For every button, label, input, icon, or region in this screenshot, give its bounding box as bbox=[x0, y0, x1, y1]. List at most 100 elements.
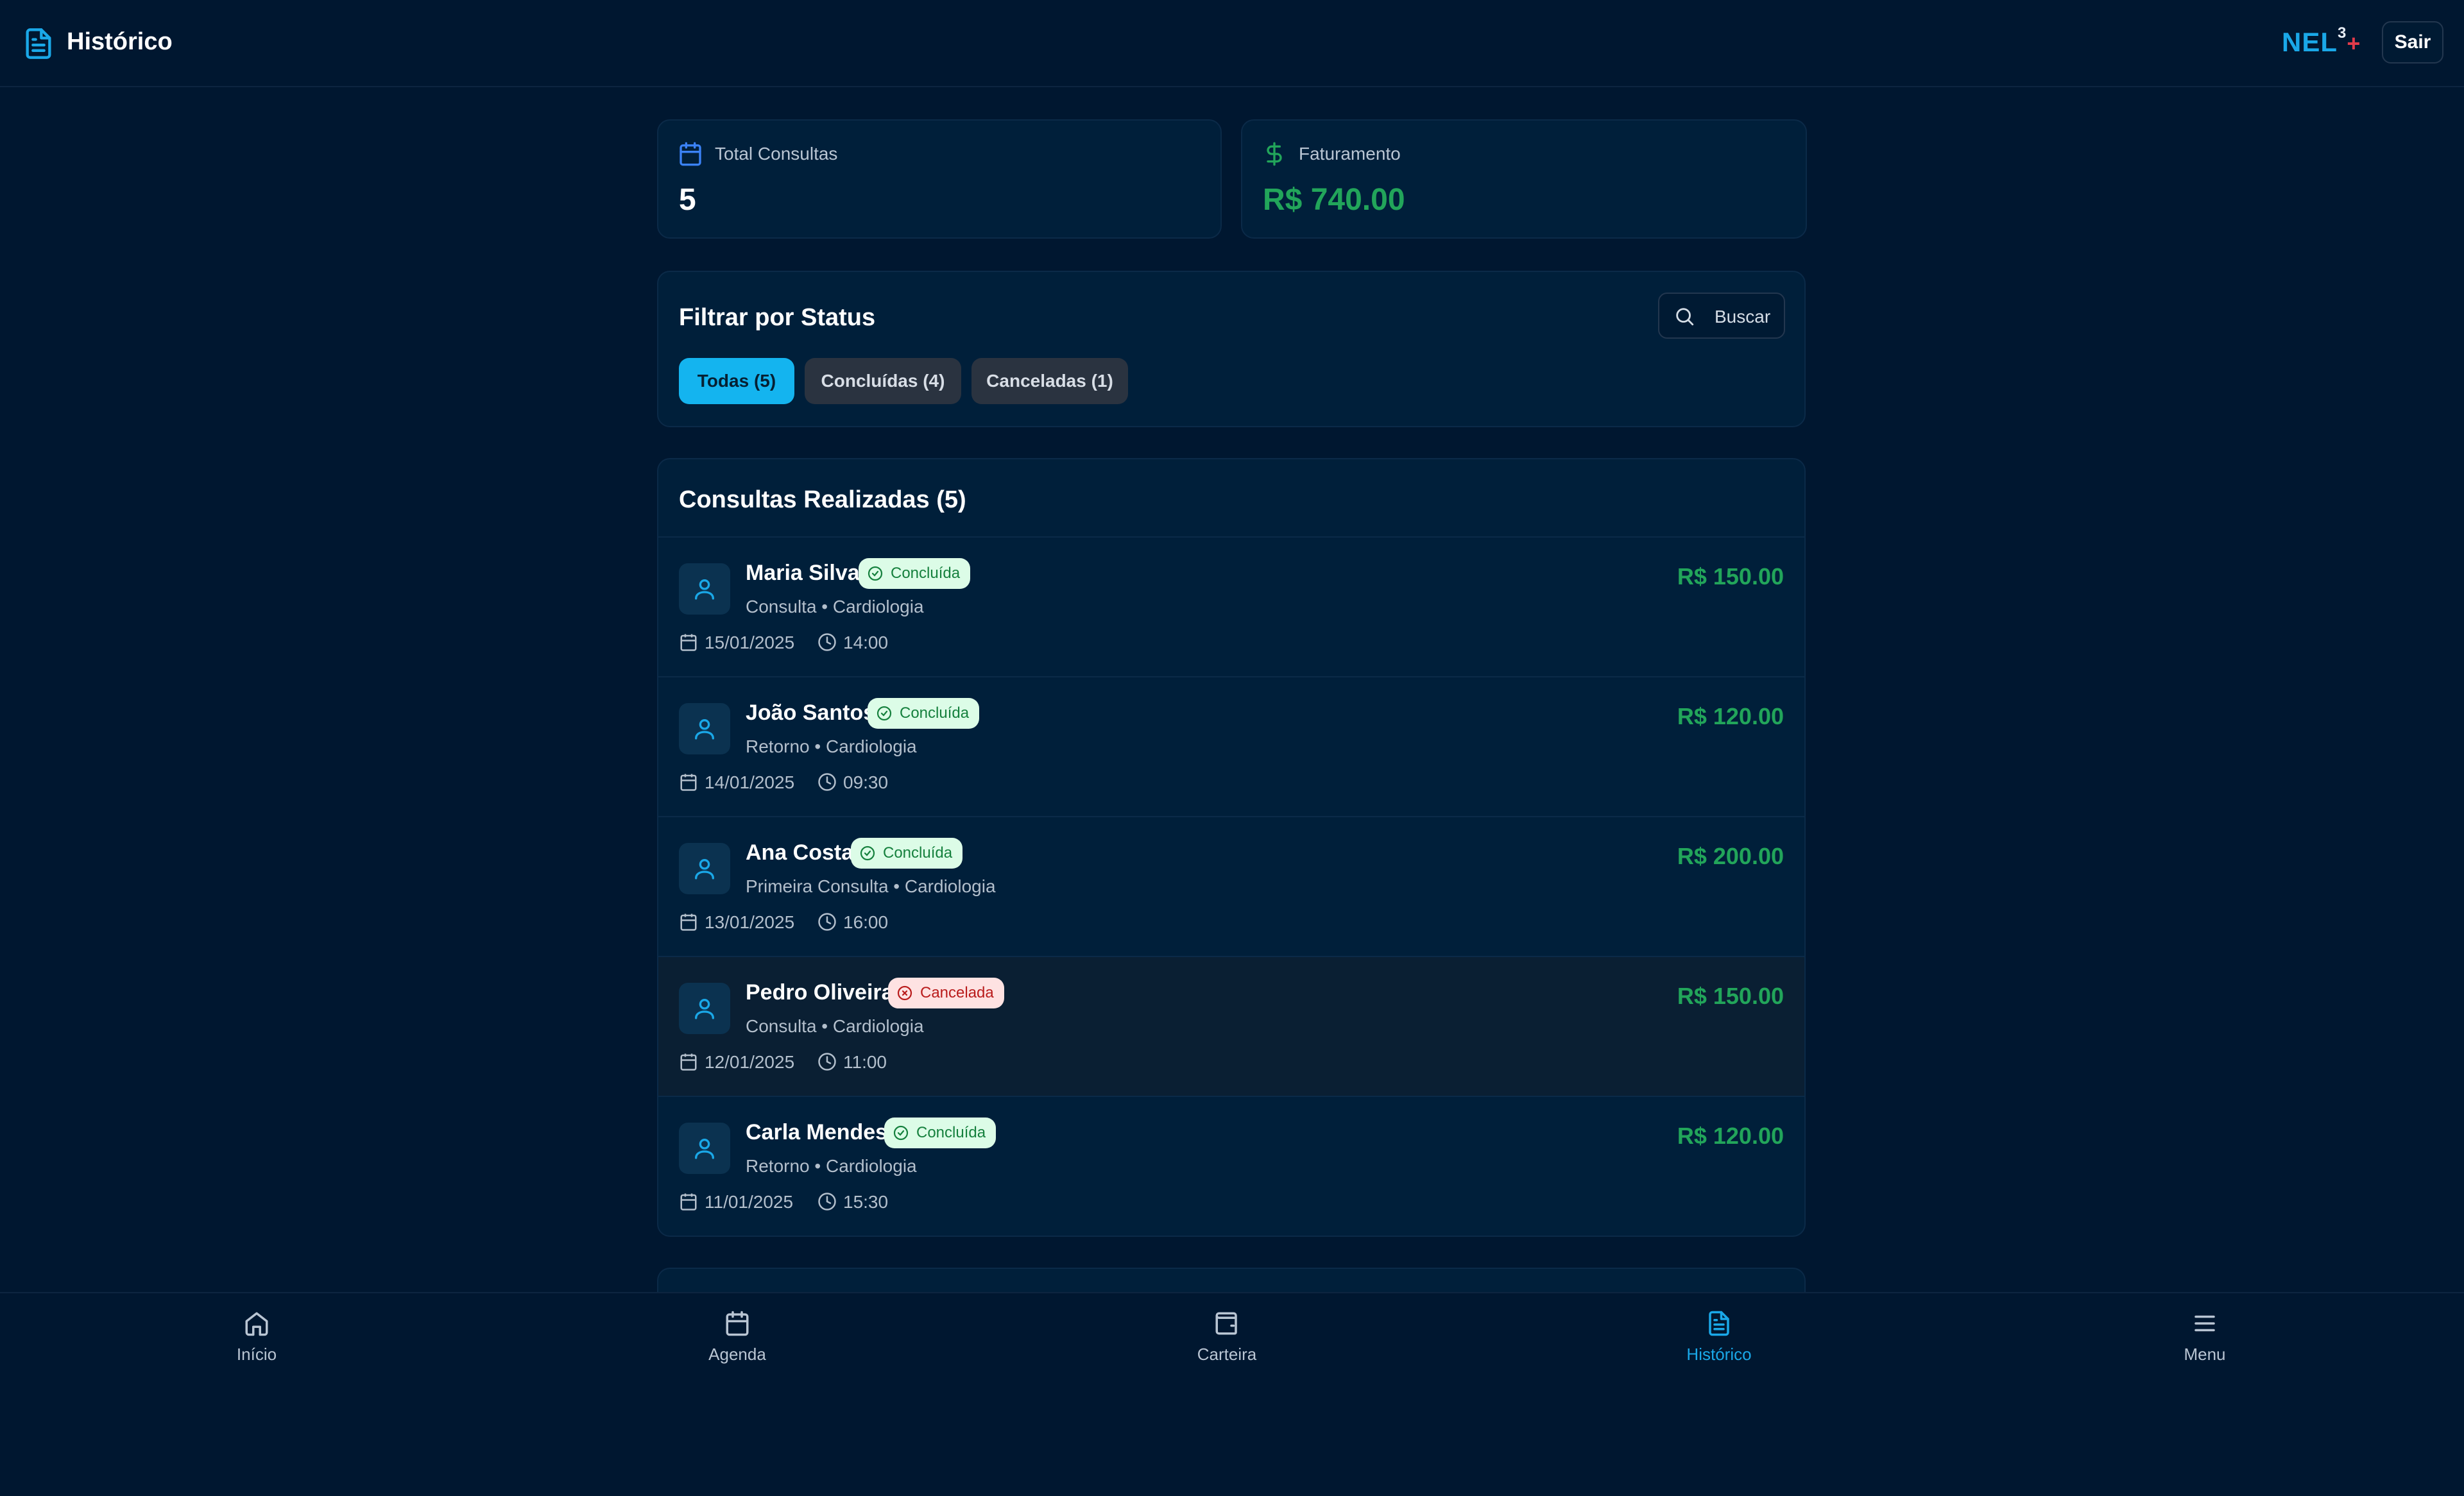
patient-name: Ana Costa bbox=[746, 840, 854, 865]
check-circle-icon bbox=[893, 1125, 909, 1141]
consultation-date: 13/01/2025 bbox=[705, 912, 795, 932]
stat-value: R$ 740.00 bbox=[1263, 183, 1405, 217]
filter-chip-canceladas[interactable]: Canceladas (1) bbox=[971, 358, 1128, 404]
status-badge: Concluída bbox=[884, 1118, 997, 1148]
user-icon bbox=[695, 859, 714, 880]
avatar bbox=[679, 1123, 730, 1174]
avatar bbox=[679, 703, 730, 754]
next-card-partial bbox=[657, 1268, 1806, 1293]
nav-item-inicio[interactable]: Início bbox=[193, 1310, 321, 1364]
search-button[interactable]: Buscar bbox=[1658, 293, 1785, 339]
stat-label: Total Consultas bbox=[715, 144, 838, 164]
check-circle-icon bbox=[860, 846, 875, 861]
list-item[interactable]: Maria Silva Concluída Consulta • Cardiol… bbox=[658, 536, 1804, 676]
dollar-icon bbox=[1262, 141, 1287, 167]
clock-icon bbox=[817, 772, 837, 792]
consultation-date: 15/01/2025 bbox=[705, 633, 795, 652]
nav-label: Início bbox=[236, 1345, 277, 1364]
brand-logo[interactable]: NEL3+ bbox=[2282, 24, 2361, 58]
home-icon bbox=[245, 1312, 268, 1336]
document-icon bbox=[1709, 1311, 1729, 1336]
filter-chip-todas[interactable]: Todas (5) bbox=[679, 358, 794, 404]
consultation-price: R$ 150.00 bbox=[1677, 563, 1784, 590]
x-circle-icon bbox=[897, 985, 912, 1001]
menu-icon bbox=[2194, 1315, 2215, 1332]
list-item[interactable]: Carla Mendes Concluída Retorno • Cardiol… bbox=[658, 1096, 1804, 1236]
list-item[interactable]: João Santos Concluída Retorno • Cardiolo… bbox=[658, 676, 1804, 816]
consultation-date: 12/01/2025 bbox=[705, 1052, 795, 1072]
nav-item-carteira[interactable]: Carteira bbox=[1163, 1310, 1291, 1364]
user-icon bbox=[695, 719, 714, 740]
nav-label: Agenda bbox=[708, 1345, 766, 1364]
faturamento-card: Faturamento R$ 740.00 bbox=[1241, 119, 1807, 239]
patient-name: Maria Silva bbox=[746, 561, 860, 585]
search-label: Buscar bbox=[1715, 307, 1771, 327]
status-badge: Cancelada bbox=[888, 978, 1004, 1008]
consultation-price: R$ 200.00 bbox=[1677, 843, 1784, 869]
app-header: Histórico NEL3+ Sair bbox=[0, 0, 2464, 87]
consultas-list-card: Consultas Realizadas (5) Maria Silva Con… bbox=[657, 458, 1806, 1237]
logout-button[interactable]: Sair bbox=[2382, 21, 2443, 64]
filter-card: Filtrar por Status Buscar Todas (5) Conc… bbox=[657, 271, 1806, 427]
stat-value: 5 bbox=[679, 183, 696, 217]
bottom-navigation: Início Agenda Carteira Histórico Menu bbox=[0, 1292, 2464, 1496]
status-badge: Concluída bbox=[868, 698, 980, 729]
nav-label: Histórico bbox=[1686, 1345, 1752, 1364]
status-badge: Concluída bbox=[859, 558, 971, 589]
list-title: Consultas Realizadas (5) bbox=[679, 486, 966, 513]
consultation-type: Primeira Consulta • Cardiologia bbox=[746, 876, 996, 896]
patient-name: João Santos bbox=[746, 701, 876, 725]
calendar-icon bbox=[679, 1192, 698, 1211]
avatar bbox=[679, 843, 730, 894]
calendar-icon bbox=[678, 141, 703, 167]
clock-icon bbox=[817, 1052, 837, 1071]
consultation-time: 15:30 bbox=[843, 1192, 889, 1212]
filter-chip-concluidas[interactable]: Concluídas (4) bbox=[805, 358, 961, 404]
avatar bbox=[679, 563, 730, 615]
nav-item-agenda[interactable]: Agenda bbox=[673, 1310, 801, 1364]
wallet-icon bbox=[1215, 1312, 1237, 1335]
consultation-time: 16:00 bbox=[843, 912, 889, 932]
user-icon bbox=[695, 1139, 714, 1159]
list-item[interactable]: Pedro Oliveira Cancelada Consulta • Card… bbox=[658, 956, 1804, 1096]
consultation-type: Consulta • Cardiologia bbox=[746, 1016, 924, 1036]
consultation-time: 14:00 bbox=[843, 633, 889, 652]
consultation-time: 11:00 bbox=[843, 1052, 887, 1072]
consultation-time: 09:30 bbox=[843, 772, 889, 792]
search-icon bbox=[1676, 308, 1694, 326]
status-badge: Concluída bbox=[851, 838, 963, 869]
patient-name: Carla Mendes bbox=[746, 1120, 888, 1144]
page-title: Histórico bbox=[67, 28, 173, 55]
user-icon bbox=[695, 579, 714, 600]
clock-icon bbox=[817, 912, 837, 931]
consultation-type: Retorno • Cardiologia bbox=[746, 1156, 917, 1176]
check-circle-icon bbox=[868, 566, 883, 581]
total-consultas-card: Total Consultas 5 bbox=[657, 119, 1222, 239]
calendar-icon bbox=[726, 1311, 749, 1336]
calendar-icon bbox=[679, 633, 698, 652]
avatar bbox=[679, 983, 730, 1034]
clock-icon bbox=[817, 633, 837, 652]
patient-name: Pedro Oliveira bbox=[746, 980, 894, 1005]
consultation-date: 14/01/2025 bbox=[705, 772, 795, 792]
nav-item-historico[interactable]: Histórico bbox=[1655, 1310, 1783, 1364]
consultation-type: Consulta • Cardiologia bbox=[746, 597, 924, 616]
user-icon bbox=[695, 999, 714, 1019]
consultation-price: R$ 150.00 bbox=[1677, 983, 1784, 1009]
check-circle-icon bbox=[877, 706, 892, 721]
consultation-price: R$ 120.00 bbox=[1677, 703, 1784, 729]
consultation-price: R$ 120.00 bbox=[1677, 1123, 1784, 1149]
list-item[interactable]: Ana Costa Concluída Primeira Consulta • … bbox=[658, 816, 1804, 956]
stat-label: Faturamento bbox=[1299, 144, 1401, 164]
clock-icon bbox=[817, 1192, 837, 1211]
consultation-type: Retorno • Cardiologia bbox=[746, 736, 917, 756]
filter-title: Filtrar por Status bbox=[679, 304, 876, 331]
nav-item-menu[interactable]: Menu bbox=[2141, 1310, 2269, 1364]
nav-label: Menu bbox=[2184, 1345, 2226, 1364]
calendar-icon bbox=[679, 1052, 698, 1071]
consultation-date: 11/01/2025 bbox=[705, 1192, 794, 1212]
calendar-icon bbox=[679, 772, 698, 792]
document-icon bbox=[22, 27, 55, 60]
nav-label: Carteira bbox=[1197, 1345, 1257, 1364]
calendar-icon bbox=[679, 912, 698, 931]
